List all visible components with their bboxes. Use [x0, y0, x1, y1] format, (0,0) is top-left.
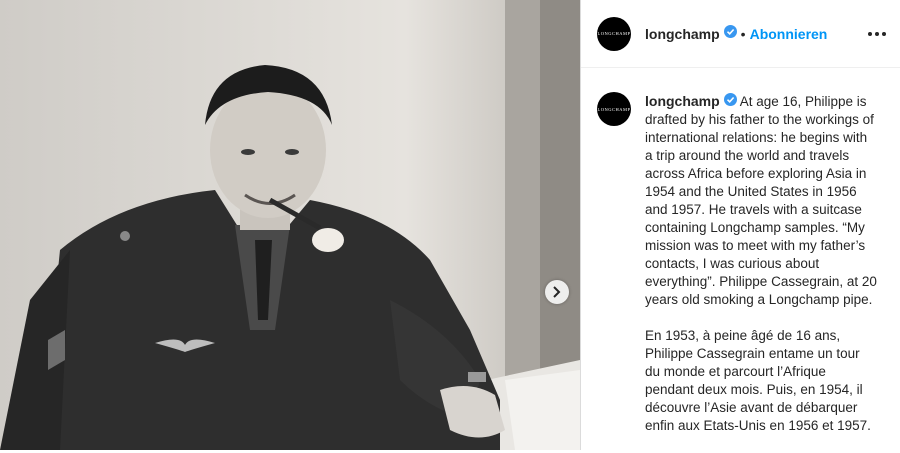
- post-header: LONGCHAMP longchamp • Abonnieren: [581, 0, 900, 68]
- next-image-button[interactable]: [545, 280, 569, 304]
- caption-username[interactable]: longchamp: [645, 93, 720, 109]
- caption-paragraph-en: longchamp At age 16, Philippe is drafted…: [645, 92, 877, 309]
- chevron-right-icon: [553, 286, 561, 298]
- avatar-text: LONGCHAMP: [597, 31, 631, 36]
- more-options-icon[interactable]: [868, 31, 886, 36]
- avatar[interactable]: LONGCHAMP: [597, 16, 631, 51]
- verified-badge-icon: [723, 93, 737, 111]
- follow-button[interactable]: Abonnieren: [750, 26, 828, 42]
- separator-dot: •: [740, 25, 746, 42]
- post-photo: [0, 0, 580, 450]
- caption-avatar-text: LONGCHAMP: [597, 106, 631, 112]
- caption-text: longchamp At age 16, Philippe is drafted…: [645, 92, 877, 453]
- caption: LONGCHAMP longchamp At age 16, Philippe …: [597, 92, 890, 453]
- caption-text-fr: En 1953, à peine âgé de 16 ans, Philippe…: [645, 328, 871, 434]
- username-link[interactable]: longchamp: [645, 26, 720, 42]
- verified-badge-icon: [723, 24, 737, 43]
- caption-avatar[interactable]: LONGCHAMP: [597, 92, 631, 126]
- post-side-panel: LONGCHAMP longchamp • Abonnieren LONGCHA…: [580, 0, 900, 450]
- caption-text-en: At age 16, Philippe is drafted by his fa…: [645, 94, 877, 308]
